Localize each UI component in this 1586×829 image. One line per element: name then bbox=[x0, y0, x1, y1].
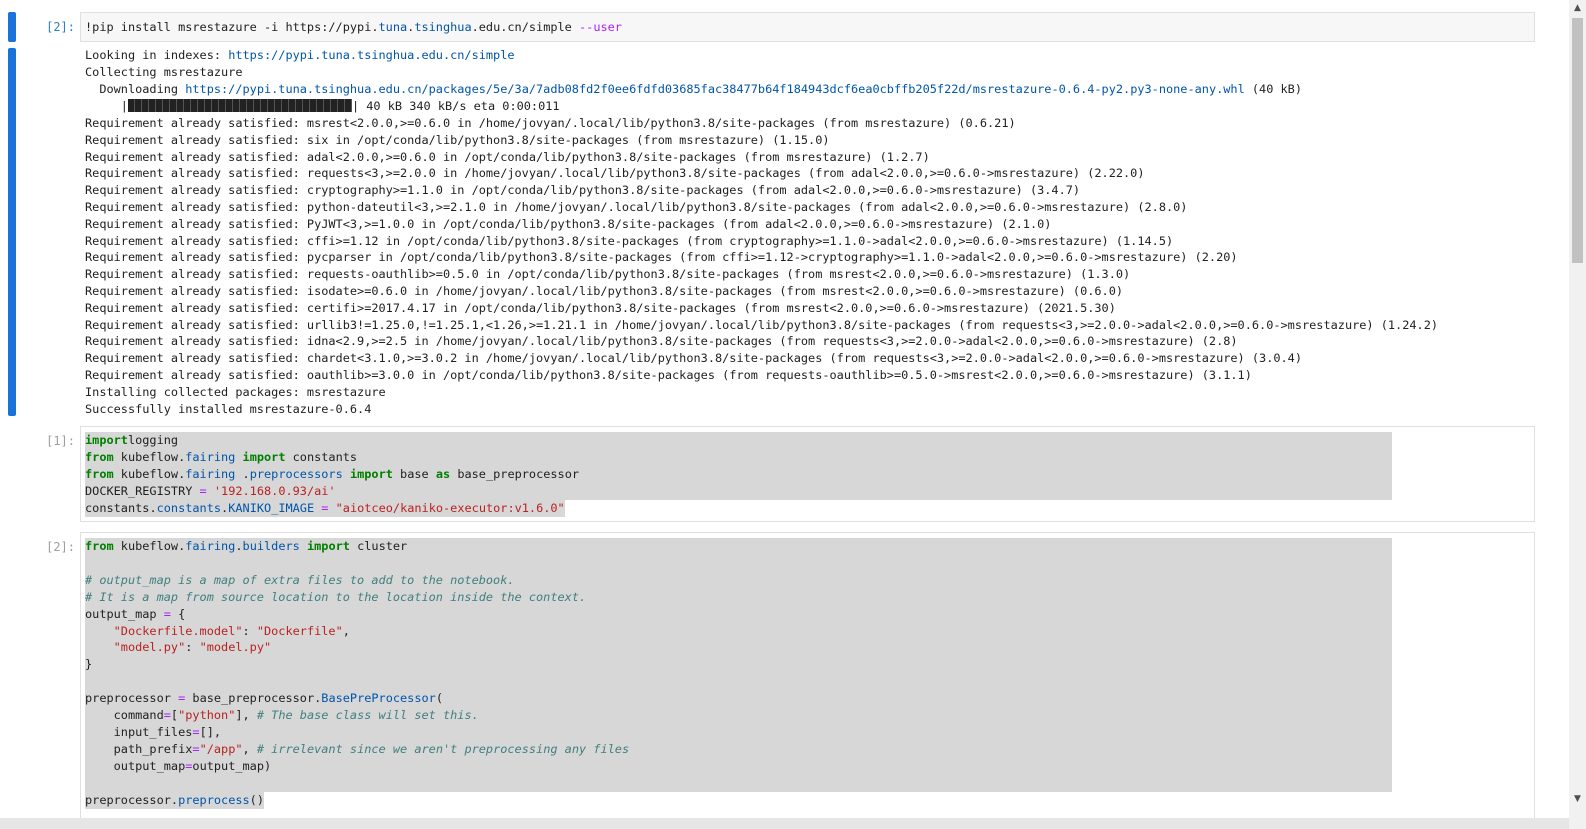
code-line[interactable]: from kubeflow.fairing .preprocessors imp… bbox=[85, 465, 1392, 483]
code-line[interactable]: from kubeflow.fairing import constants bbox=[85, 448, 1392, 466]
code-line[interactable]: # output_map is a map of extra files to … bbox=[85, 571, 1392, 589]
code-line[interactable]: preprocessor.preprocess() bbox=[85, 791, 264, 809]
requirement-line: Requirement already satisfied: python-da… bbox=[85, 200, 1188, 214]
code-line[interactable]: command=["python"], # The base class wil… bbox=[85, 707, 1392, 724]
requirement-line: Requirement already satisfied: urllib3!=… bbox=[85, 317, 1439, 332]
cell-input-code[interactable]: !pip install msrestazure -i https://pypi… bbox=[85, 19, 622, 36]
output-line: Installing collected packages: msrestazu… bbox=[85, 385, 386, 399]
requirement-line: Requirement already satisfied: isodate>=… bbox=[85, 284, 1124, 298]
code-line[interactable] bbox=[85, 673, 1392, 691]
horizontal-scrollbar[interactable] bbox=[0, 818, 1569, 829]
vertical-scrollbar[interactable]: ▲ ▼ bbox=[1569, 0, 1586, 829]
code-line[interactable]: constants.constants.KANIKO_IMAGE = "aiot… bbox=[85, 499, 565, 517]
code-line[interactable]: from kubeflow.fairing.builders import cl… bbox=[85, 538, 1392, 555]
code-line[interactable]: output_map=output_map) bbox=[85, 757, 1392, 775]
code-line[interactable] bbox=[85, 554, 1392, 572]
code-line[interactable]: # It is a map from source location to th… bbox=[85, 588, 1392, 606]
requirement-line: Requirement already satisfied: six in /o… bbox=[85, 132, 830, 147]
scroll-up-arrow-icon[interactable]: ▲ bbox=[1569, 0, 1586, 17]
output-line: Collecting msrestazure bbox=[85, 65, 243, 79]
output-collapse-bar[interactable] bbox=[8, 48, 16, 416]
code-line[interactable]: output_map = { bbox=[85, 605, 1392, 623]
requirement-line: Requirement already satisfied: idna<2.9,… bbox=[85, 334, 1238, 349]
code-line[interactable]: path_prefix="/app", # irrelevant since w… bbox=[85, 740, 1392, 758]
code-line[interactable]: DOCKER_REGISTRY = '192.168.0.93/ai' bbox=[85, 482, 1392, 500]
download-link[interactable]: https://pypi.tuna.tsinghua.edu.cn/packag… bbox=[185, 82, 1245, 96]
progress-line: | | 40 kB 340 kB/s eta 0:00:011 bbox=[85, 99, 560, 113]
output-line: Successfully installed msrestazure-0.6.4 bbox=[85, 402, 372, 416]
requirement-line: Requirement already satisfied: PyJWT<3,>… bbox=[85, 216, 1052, 231]
output-line: Downloading https://pypi.tuna.tsinghua.e… bbox=[85, 82, 1303, 96]
requirement-line: Requirement already satisfied: cryptogra… bbox=[85, 183, 1081, 198]
code-line[interactable]: "Dockerfile.model": "Dockerfile", bbox=[85, 622, 1392, 640]
requirement-line: Requirement already satisfied: msrest<2.… bbox=[85, 116, 1016, 130]
cell-selection-bar bbox=[8, 12, 16, 42]
download-progress-bar bbox=[127, 99, 352, 112]
code-line[interactable]: "model.py": "model.py" bbox=[85, 639, 1392, 657]
requirement-line: Requirement already satisfied: pycparser… bbox=[85, 250, 1238, 265]
requirement-line: Requirement already satisfied: chardet<3… bbox=[85, 351, 1302, 366]
execution-count: [2]: bbox=[46, 20, 75, 34]
code-line[interactable]: input_files=[], bbox=[85, 723, 1392, 741]
code-line[interactable]: preprocessor = base_preprocessor.BasePre… bbox=[85, 690, 1392, 708]
index-link[interactable]: https://pypi.tuna.tsinghua.edu.cn/simple bbox=[228, 48, 514, 62]
scrollbar-thumb[interactable] bbox=[1572, 18, 1583, 263]
code-line[interactable]: importlogging bbox=[85, 432, 1392, 449]
requirement-line: Requirement already satisfied: certifi>=… bbox=[85, 300, 1116, 315]
code-line[interactable] bbox=[85, 774, 1392, 792]
requirement-line: Requirement already satisfied: oauthlib>… bbox=[85, 368, 1252, 382]
code-line[interactable]: } bbox=[85, 656, 1392, 674]
execution-count: [1]: bbox=[46, 434, 75, 448]
requirement-line: Requirement already satisfied: requests-… bbox=[85, 267, 1131, 282]
output-line: Looking in indexes: https://pypi.tuna.ts… bbox=[85, 48, 515, 62]
requirement-line: Requirement already satisfied: adal<2.0.… bbox=[85, 149, 930, 164]
requirement-line: Requirement already satisfied: requests<… bbox=[85, 166, 1145, 181]
execution-count: [2]: bbox=[46, 540, 75, 554]
requirement-line: Requirement already satisfied: cffi>=1.1… bbox=[85, 233, 1174, 248]
scroll-down-arrow-icon[interactable]: ▼ bbox=[1569, 791, 1586, 808]
